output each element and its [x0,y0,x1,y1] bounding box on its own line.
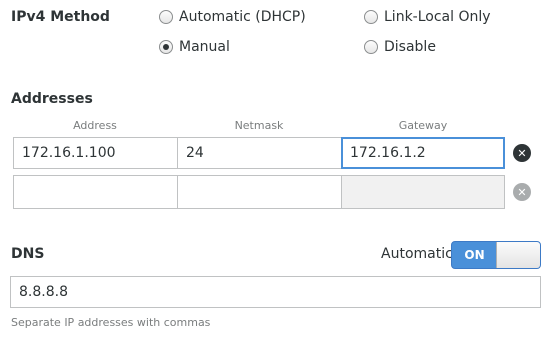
radio-button-icon[interactable] [364,40,378,54]
radio-link-local-only-label: Link-Local Only [384,9,491,25]
radio-automatic-dhcp[interactable]: Automatic (DHCP) [159,9,306,25]
radio-button-icon[interactable] [364,10,378,24]
remove-circle-icon[interactable]: ✕ [513,183,531,201]
ipv4-method-label: IPv4 Method [11,9,110,25]
remove-circle-icon[interactable]: ✕ [513,144,531,162]
addresses-label: Addresses [11,91,93,107]
dns-hint-text: Separate IP addresses with commas [11,316,211,329]
switch-on-label: ON [464,248,485,262]
gateway-input-empty [341,175,505,209]
dns-servers-input[interactable]: 8.8.8.8 [10,276,541,308]
dns-automatic-switch[interactable]: ON [451,241,541,269]
radio-automatic-dhcp-label: Automatic (DHCP) [179,9,306,25]
address-input-empty[interactable] [13,175,178,209]
radio-disable[interactable]: Disable [364,39,436,55]
dns-automatic-label: Automatic [381,246,453,262]
radio-disable-label: Disable [384,39,436,55]
column-header-netmask: Netmask [234,119,284,132]
netmask-input-empty[interactable] [177,175,342,209]
radio-button-icon[interactable] [159,10,173,24]
gateway-input[interactable]: 172.16.1.2 [341,137,505,169]
switch-knob[interactable] [496,242,540,268]
dns-label: DNS [11,246,45,262]
radio-link-local-only[interactable]: Link-Local Only [364,9,491,25]
netmask-input[interactable]: 24 [177,137,342,169]
radio-manual-label: Manual [179,39,230,55]
radio-button-selected-icon[interactable] [159,40,173,54]
radio-manual[interactable]: Manual [159,39,230,55]
address-input[interactable]: 172.16.1.100 [13,137,178,169]
column-header-address: Address [73,119,117,132]
column-header-gateway: Gateway [398,119,448,132]
